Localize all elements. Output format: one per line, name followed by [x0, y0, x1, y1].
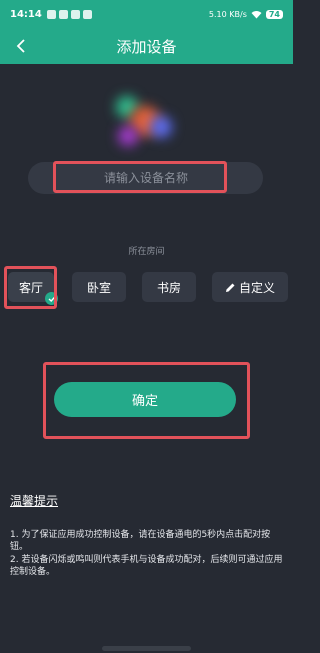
- status-bar: 14:14 5.10 KB/s 74: [0, 0, 293, 28]
- wifi-icon: [251, 10, 262, 18]
- tip-item: 1. 为了保证应用成功控制设备，请在设备通电的5秒内点击配对按钮。: [10, 530, 271, 552]
- check-icon: [45, 292, 58, 305]
- room-option-label: 自定义: [238, 280, 275, 295]
- page-title: 添加设备: [116, 37, 177, 56]
- room-option-label: 卧室: [86, 280, 111, 295]
- tip-item: 2. 若设备闪烁或鸣叫则代表手机与设备成功配对，后续则可通过应用控制设备。: [10, 555, 283, 577]
- app-header: 添加设备: [0, 28, 293, 64]
- network-speed: 5.10 KB/s: [208, 9, 247, 19]
- room-option-study[interactable]: 书房: [142, 272, 196, 302]
- room-option-bedroom[interactable]: 卧室: [72, 272, 126, 302]
- tips-list: 1. 为了保证应用成功控制设备，请在设备通电的5秒内点击配对按钮。 2. 若设备…: [10, 529, 286, 579]
- tips-title: 温馨提示: [10, 494, 59, 508]
- confirm-button[interactable]: 确定: [54, 382, 236, 417]
- app-notification-icon: [82, 9, 92, 19]
- status-time: 14:14: [10, 8, 42, 20]
- back-button[interactable]: [8, 33, 34, 59]
- status-indicators: 5.10 KB/s 74: [208, 9, 283, 19]
- room-option-label: 书房: [156, 280, 181, 295]
- room-option-living-room[interactable]: 客厅: [8, 272, 58, 305]
- chevron-left-icon: [16, 39, 25, 53]
- room-option-label: 客厅: [18, 280, 43, 295]
- gesture-bar: [102, 646, 191, 651]
- app-notification-icon: [70, 9, 80, 19]
- device-name-field: [28, 162, 263, 194]
- status-app-icons: [46, 9, 92, 19]
- app-notification-icon: [46, 9, 56, 19]
- app-notification-icon: [58, 9, 68, 19]
- room-section-label: 所在房间: [128, 247, 165, 257]
- room-option-custom[interactable]: 自定义: [212, 272, 288, 302]
- pencil-icon: [225, 282, 236, 293]
- device-name-input[interactable]: [56, 162, 236, 194]
- device-icon: [108, 92, 184, 158]
- battery-indicator: 74: [265, 9, 283, 19]
